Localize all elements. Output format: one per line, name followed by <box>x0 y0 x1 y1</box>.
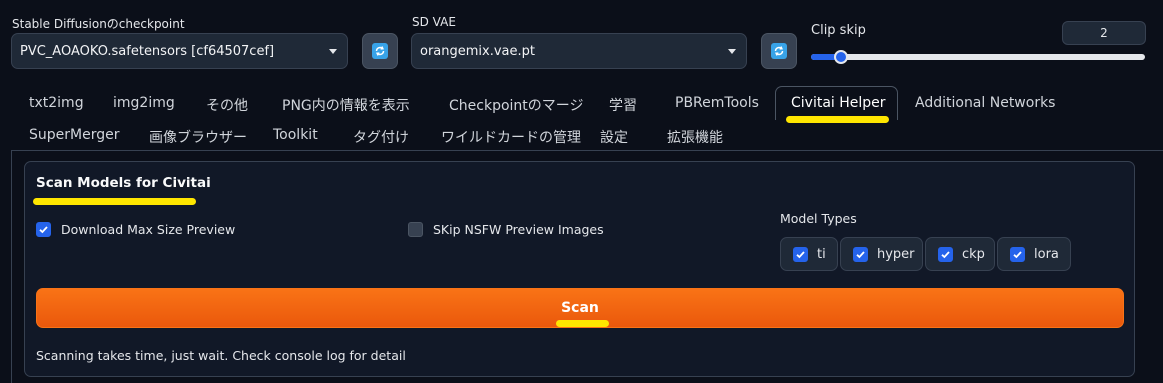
checkbox-unchecked[interactable] <box>408 222 423 237</box>
tab-civitai-helper[interactable]: Civitai Helper <box>791 95 886 111</box>
skip-nsfw-option[interactable]: SKip NSFW Preview Images <box>408 222 604 237</box>
checkbox-checked[interactable] <box>36 222 51 237</box>
tab-wildcards[interactable]: ワイルドカードの管理 <box>441 127 581 147</box>
refresh-vae-button[interactable] <box>761 33 797 69</box>
scan-button-label: Scan <box>561 300 599 316</box>
model-type-label: lora <box>1034 246 1059 262</box>
checkpoint-label: Stable Diffusionのcheckpoint <box>12 17 185 31</box>
vae-value: orangemix.vae.pt <box>420 43 535 59</box>
checkbox-checked[interactable] <box>853 246 868 262</box>
chevron-down-icon <box>329 48 337 54</box>
vae-dropdown[interactable]: orangemix.vae.pt <box>411 33 747 69</box>
clip-skip-slider[interactable] <box>811 50 1145 64</box>
model-type-hyper[interactable]: hyper <box>840 237 923 271</box>
highlight-mark <box>786 116 889 123</box>
scan-note: Scanning takes time, just wait. Check co… <box>36 348 406 363</box>
tab-img2img[interactable]: img2img <box>113 95 175 111</box>
clip-skip-number-input[interactable]: 2 <box>1062 21 1146 45</box>
checkbox-checked[interactable] <box>938 246 953 262</box>
clip-skip-label: Clip skip <box>811 23 866 38</box>
refresh-icon <box>771 43 787 59</box>
tab-other[interactable]: その他 <box>206 95 248 115</box>
scan-panel-title: Scan Models for Civitai <box>36 175 211 191</box>
model-type-label: ti <box>817 246 826 262</box>
checkbox-checked[interactable] <box>793 246 808 262</box>
checkpoint-value: PVC_AOAOKO.safetensors [cf64507cef] <box>20 43 275 59</box>
model-type-lora[interactable]: lora <box>997 237 1071 271</box>
model-types-label: Model Types <box>780 211 857 226</box>
skip-nsfw-label: SKip NSFW Preview Images <box>433 222 604 237</box>
tab-image-browser[interactable]: 画像ブラウザー <box>149 127 247 147</box>
model-type-label: hyper <box>877 246 915 262</box>
checkpoint-dropdown[interactable]: PVC_AOAOKO.safetensors [cf64507cef] <box>11 33 348 69</box>
tab-txt2img[interactable]: txt2img <box>29 95 84 111</box>
highlight-mark <box>556 320 609 327</box>
model-type-ckp[interactable]: ckp <box>925 237 995 271</box>
tab-tagging[interactable]: タグ付け <box>353 127 409 147</box>
slider-thumb[interactable] <box>834 50 848 64</box>
tab-png-info[interactable]: PNG内の情報を表示 <box>282 95 410 115</box>
tab-settings[interactable]: 設定 <box>600 127 628 147</box>
tab-checkpoint-merge[interactable]: Checkpointのマージ <box>449 95 584 115</box>
tab-pbremtools[interactable]: PBRemTools <box>675 95 759 111</box>
tab-toolkit[interactable]: Toolkit <box>273 127 318 143</box>
model-type-ti[interactable]: ti <box>780 237 838 271</box>
chevron-down-icon <box>728 48 736 54</box>
checkbox-checked[interactable] <box>1010 246 1025 262</box>
tab-train[interactable]: 学習 <box>609 95 637 115</box>
download-max-preview-option[interactable]: Download Max Size Preview <box>36 222 235 237</box>
tab-supermerger[interactable]: SuperMerger <box>29 127 119 143</box>
refresh-checkpoint-button[interactable] <box>362 33 398 69</box>
tab-additional-networks[interactable]: Additional Networks <box>915 95 1055 111</box>
model-type-label: ckp <box>962 246 985 262</box>
vae-label: SD VAE <box>412 15 456 29</box>
tab-extensions[interactable]: 拡張機能 <box>667 127 723 147</box>
refresh-icon <box>372 43 388 59</box>
highlight-mark <box>33 198 196 205</box>
download-max-preview-label: Download Max Size Preview <box>61 222 236 237</box>
